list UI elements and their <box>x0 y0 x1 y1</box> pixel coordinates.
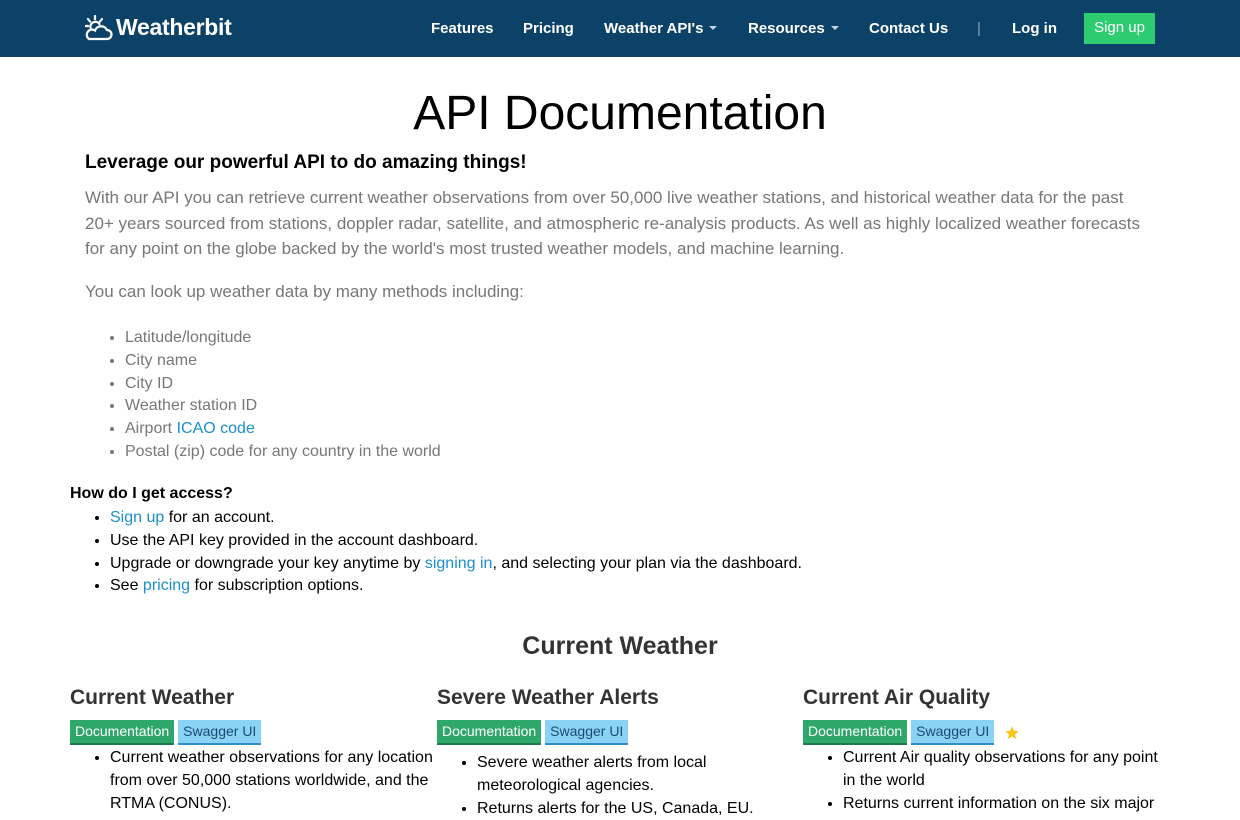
nav-features[interactable]: Features <box>431 20 494 37</box>
documentation-button[interactable]: Documentation <box>70 720 175 745</box>
list-item: Weather station ID <box>125 395 441 418</box>
methods-intro: You can look up weather data by many met… <box>85 282 524 301</box>
list-item: Use the API key provided in the account … <box>110 530 802 553</box>
nav-separator: | <box>977 20 981 37</box>
intro-paragraph: With our API you can retrieve current we… <box>85 188 1140 258</box>
brand-logo[interactable]: Weatherbit <box>85 14 232 41</box>
list-item: Returns current information on the six m… <box>843 793 1170 816</box>
nav-login[interactable]: Log in <box>1012 20 1057 37</box>
swagger-ui-button[interactable]: Swagger UI <box>545 720 629 745</box>
nav-pricing[interactable]: Pricing <box>523 20 574 37</box>
lookup-methods-list: Latitude/longitude City name City ID Wea… <box>125 327 441 464</box>
list-item: Sign up for an account. <box>110 507 802 530</box>
card-title: Current Air Quality <box>803 686 991 709</box>
list-item: See pricing for subscription options. <box>110 575 802 598</box>
list-item: City ID <box>125 373 441 396</box>
nav-resources[interactable]: Resources <box>748 20 839 37</box>
list-item: Severe weather alerts from local meteoro… <box>477 752 804 798</box>
top-navbar: Weatherbit Features Pricing Weather API'… <box>0 0 1240 57</box>
card-badges: Documentation Swagger UI <box>70 720 437 745</box>
card-feature-list: Current Air quality observations for any… <box>803 747 1170 815</box>
access-heading: How do I get access? <box>70 485 233 502</box>
signup-button[interactable]: Sign up <box>1084 13 1155 44</box>
icao-code-link[interactable]: ICAO code <box>177 420 255 437</box>
swagger-ui-button[interactable]: Swagger UI <box>178 720 262 745</box>
card-title: Severe Weather Alerts <box>437 686 659 709</box>
current-air-quality-card: Current Air Quality Documentation Swagge… <box>803 686 1170 815</box>
card-badges: Documentation Swagger UI <box>437 720 804 745</box>
swagger-ui-button[interactable]: Swagger UI <box>911 720 995 745</box>
card-feature-list: Severe weather alerts from local meteoro… <box>437 752 804 820</box>
signup-link[interactable]: Sign up <box>110 509 164 526</box>
brand-name: Weatherbit <box>116 14 232 40</box>
list-item-text: for an account. <box>164 509 275 526</box>
list-item: Current Air quality observations for any… <box>843 747 1170 793</box>
current-weather-card: Current Weather Documentation Swagger UI… <box>70 686 437 815</box>
caret-down-icon <box>709 26 718 31</box>
list-item: Upgrade or downgrade your key anytime by… <box>110 553 802 576</box>
caret-down-icon <box>830 26 839 31</box>
list-item-text: for subscription options. <box>190 577 364 595</box>
access-steps-list: Sign up for an account. Use the API key … <box>110 507 802 598</box>
sun-cloud-icon <box>85 14 113 40</box>
nav-contact-us[interactable]: Contact Us <box>869 20 948 37</box>
list-item: Returns alerts for the US, Canada, EU. <box>477 798 804 820</box>
documentation-button[interactable]: Documentation <box>437 720 542 745</box>
nav-weather-apis-label: Weather API's <box>604 20 704 37</box>
page-title: API Documentation <box>413 87 827 140</box>
card-title: Current Weather <box>70 686 235 709</box>
list-item: Airport ICAO code <box>125 418 441 441</box>
nav-resources-label: Resources <box>748 20 825 37</box>
pricing-link[interactable]: pricing <box>143 577 190 594</box>
list-item-text: Upgrade or downgrade your key anytime by <box>110 554 425 572</box>
list-item: Current weather observations for any loc… <box>110 747 437 815</box>
section-title: Current Weather <box>522 632 718 660</box>
nav-weather-apis[interactable]: Weather API's <box>604 20 718 37</box>
page-subtitle: Leverage our powerful API to do amazing … <box>85 152 527 173</box>
airport-prefix: Airport <box>125 420 177 438</box>
list-item-text: , and selecting your plan via the dashbo… <box>492 554 802 572</box>
card-badges: Documentation Swagger UI <box>803 720 1170 745</box>
list-item-text: See <box>110 577 143 595</box>
card-feature-list: Current weather observations for any loc… <box>70 747 437 815</box>
list-item: City name <box>125 350 441 373</box>
documentation-button[interactable]: Documentation <box>803 720 908 745</box>
list-item: Postal (zip) code for any country in the… <box>125 441 441 464</box>
star-icon <box>1005 725 1019 739</box>
signin-link[interactable]: signing in <box>425 555 493 572</box>
list-item: Latitude/longitude <box>125 327 441 350</box>
